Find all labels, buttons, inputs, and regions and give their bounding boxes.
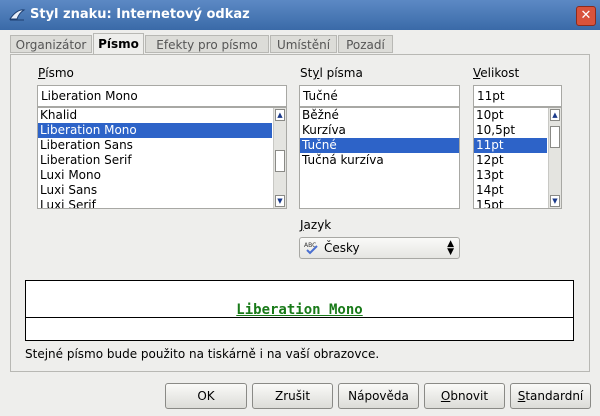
size-list-scrollbar[interactable]: ▲ ▼ [548,108,561,208]
tab-font-effects[interactable]: Efekty pro písmo [145,35,269,53]
language-label: Jazyk [300,218,332,232]
printer-screen-note: Stejné písmo bude použito na tiskárně i … [25,347,380,361]
scroll-up-arrow-icon[interactable]: ▲ [275,109,285,121]
tab-background[interactable]: Pozadí [338,35,393,53]
app-icon [9,9,26,21]
list-item[interactable]: Tučná kurzíva [300,153,459,168]
font-list-scrollbar[interactable]: ▲ ▼ [273,108,286,208]
scroll-thumb[interactable] [550,126,560,148]
list-item[interactable]: Liberation Sans [38,138,286,153]
tab-font[interactable]: Písmo [93,33,144,55]
list-item[interactable]: Kurzíva [300,123,459,138]
list-item[interactable]: Liberation Serif [38,153,286,168]
list-item-selected[interactable]: Tučné [300,138,459,153]
help-button[interactable]: Nápověda [338,383,419,409]
scroll-thumb[interactable] [275,150,285,172]
preview-sample-text: Liberation Mono [236,302,363,318]
font-list[interactable]: Khalid Liberation Mono Liberation Sans L… [37,107,287,209]
font-preview: Liberation Mono [25,280,574,341]
style-label: Styl písma [300,66,363,80]
close-icon: ✕ [580,8,592,23]
size-label: Velikost [473,66,520,80]
language-select[interactable]: ABC Česky ▲ ▼ [299,237,460,259]
list-item[interactable]: Luxi Sans [38,183,286,198]
cancel-button[interactable]: Zrušit [252,383,333,409]
list-item[interactable]: Luxi Serif [38,198,286,208]
list-item[interactable]: Luxi Mono [38,168,286,183]
close-button[interactable]: ✕ [576,6,596,26]
size-list[interactable]: 10pt 10,5pt 11pt 12pt 13pt 14pt 15pt ▲ ▼ [473,107,562,209]
language-value: Česky [324,241,360,255]
standard-button[interactable]: Standardní [510,383,591,409]
updown-arrows-icon: ▲ ▼ [447,239,454,257]
style-list[interactable]: Běžné Kurzíva Tučné Tučná kurzíva [299,107,460,209]
reset-button[interactable]: Obnovit [424,383,505,409]
list-item[interactable]: Khalid [38,108,286,123]
spellcheck-icon: ABC [304,242,318,255]
tab-position[interactable]: Umístění [270,35,337,53]
ok-button[interactable]: OK [165,383,247,409]
style-input[interactable]: Tučné [299,85,460,107]
window-title: Styl znaku: Internetový odkaz [30,7,250,22]
font-label: Písmo [38,66,74,80]
tab-organizer[interactable]: Organizátor [10,35,92,53]
size-input[interactable]: 11pt [473,85,562,107]
title-bar[interactable]: Styl znaku: Internetový odkaz ✕ [0,0,600,30]
scroll-up-arrow-icon[interactable]: ▲ [550,109,560,121]
list-item-selected[interactable]: 11pt [474,138,547,153]
font-name-input[interactable]: Liberation Mono [37,85,287,107]
dialog-window: Styl znaku: Internetový odkaz ✕ Organizá… [0,0,600,416]
list-item[interactable]: Běžné [300,108,459,123]
list-item-selected[interactable]: Liberation Mono [38,123,272,138]
scroll-down-arrow-icon[interactable]: ▼ [550,195,560,207]
scroll-down-arrow-icon[interactable]: ▼ [275,195,285,207]
